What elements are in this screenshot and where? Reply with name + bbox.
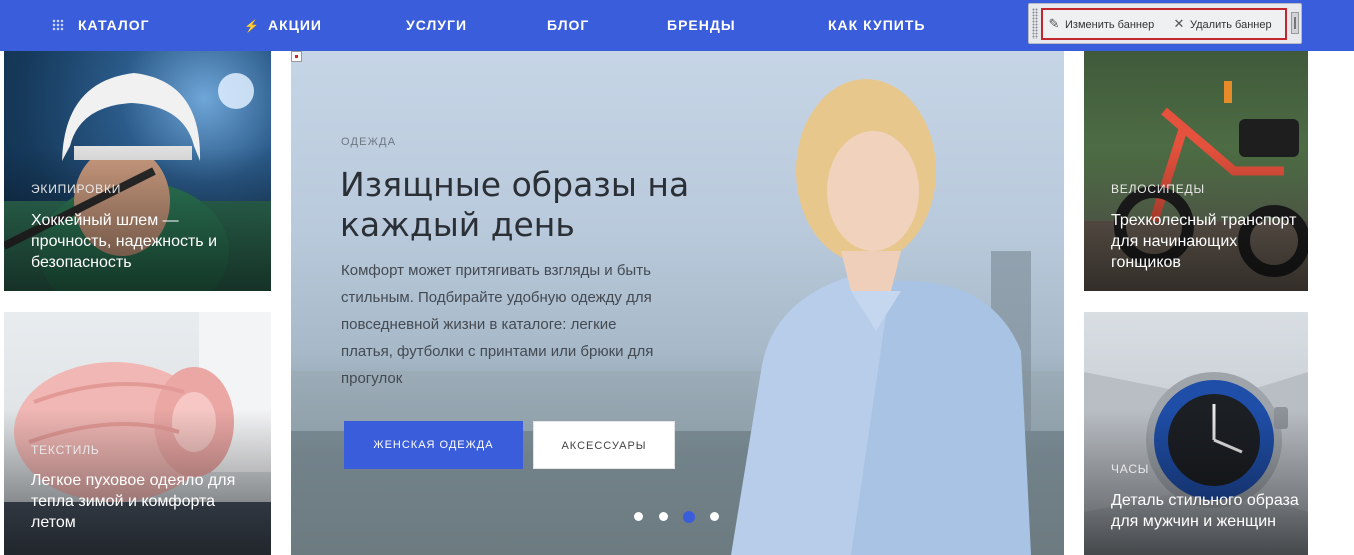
promo-card-watches[interactable]: ЧАСЫ Деталь стильного образа для мужчин … xyxy=(1084,312,1308,555)
nav-catalog[interactable]: КАТАЛОГ xyxy=(52,0,150,51)
hero-description: Комфорт может притягивать взгляды и быть… xyxy=(341,262,654,387)
nav-blog[interactable]: БЛОГ xyxy=(547,0,589,51)
nav-promotions-label: АКЦИИ xyxy=(267,17,322,33)
promo-card-hockey[interactable]: ЭКИПИРОВКИ Хоккейный шлем — прочность, н… xyxy=(4,51,271,291)
delete-banner-button[interactable]: ✕ Удалить баннер xyxy=(1172,10,1272,38)
card-title: Деталь стильного образа для мужчин и жен… xyxy=(1111,492,1299,530)
close-icon: ✕ xyxy=(1173,16,1185,31)
accessories-button[interactable]: АКСЕССУАРЫ xyxy=(533,421,675,469)
admin-actions-highlight: ✎ Изменить баннер ✕ Удалить баннер xyxy=(1041,8,1287,40)
hero-category: ОДЕЖДА xyxy=(341,136,397,148)
banner-marker-icon xyxy=(291,51,302,62)
nav-brands[interactable]: БРЕНДЫ xyxy=(667,0,736,51)
pencil-icon: ✎ xyxy=(1048,16,1060,31)
womens-clothing-button[interactable]: ЖЕНСКАЯ ОДЕЖДА xyxy=(344,421,523,469)
edit-banner-button[interactable]: ✎ Изменить баннер xyxy=(1047,10,1155,38)
card-category: ВЕЛОСИПЕДЫ xyxy=(1111,182,1205,196)
slider-dot-1[interactable] xyxy=(634,512,643,521)
promo-card-bikes[interactable]: ВЕЛОСИПЕДЫ Трехколесный транспорт для на… xyxy=(1084,51,1308,291)
slider-dot-2[interactable] xyxy=(659,512,668,521)
nav-how-to-buy[interactable]: КАК КУПИТЬ xyxy=(828,0,925,51)
card-category: ЧАСЫ xyxy=(1111,462,1150,476)
promo-card-blanket[interactable]: ТЕКСТИЛЬ Легкое пуховое одеяло для тепла… xyxy=(4,312,271,555)
edit-banner-label: Изменить баннер xyxy=(1065,19,1155,31)
drag-grip-icon[interactable] xyxy=(1032,8,1038,39)
admin-banner-toolbar: ✎ Изменить баннер ✕ Удалить баннер xyxy=(1028,3,1302,44)
card-title: Легкое пуховое одеяло для тепла зимой и … xyxy=(31,472,236,531)
hero-headline: Изящные образы на каждый день xyxy=(340,165,690,244)
nav-catalog-label: КАТАЛОГ xyxy=(78,17,150,33)
nav-services[interactable]: УСЛУГИ xyxy=(406,0,467,51)
delete-banner-label: Удалить баннер xyxy=(1190,19,1272,31)
slider-dot-4[interactable] xyxy=(710,512,719,521)
nav-promotions[interactable]: ⚡ АКЦИИ xyxy=(244,0,322,51)
card-shade xyxy=(1084,409,1308,555)
card-category: ТЕКСТИЛЬ xyxy=(31,443,100,457)
card-title: Трехколесный транспорт для начинающих го… xyxy=(1111,212,1297,271)
slider-dot-3-active[interactable] xyxy=(683,511,695,523)
grid-icon xyxy=(52,19,64,32)
hero-banner: ОДЕЖДА Изящные образы на каждый день Ком… xyxy=(291,51,1064,555)
toolbar-handle-icon[interactable] xyxy=(1291,12,1299,34)
lightning-icon: ⚡ xyxy=(244,18,260,33)
card-category: ЭКИПИРОВКИ xyxy=(31,182,122,196)
card-title: Хоккейный шлем — прочность, надежность и… xyxy=(31,212,218,271)
